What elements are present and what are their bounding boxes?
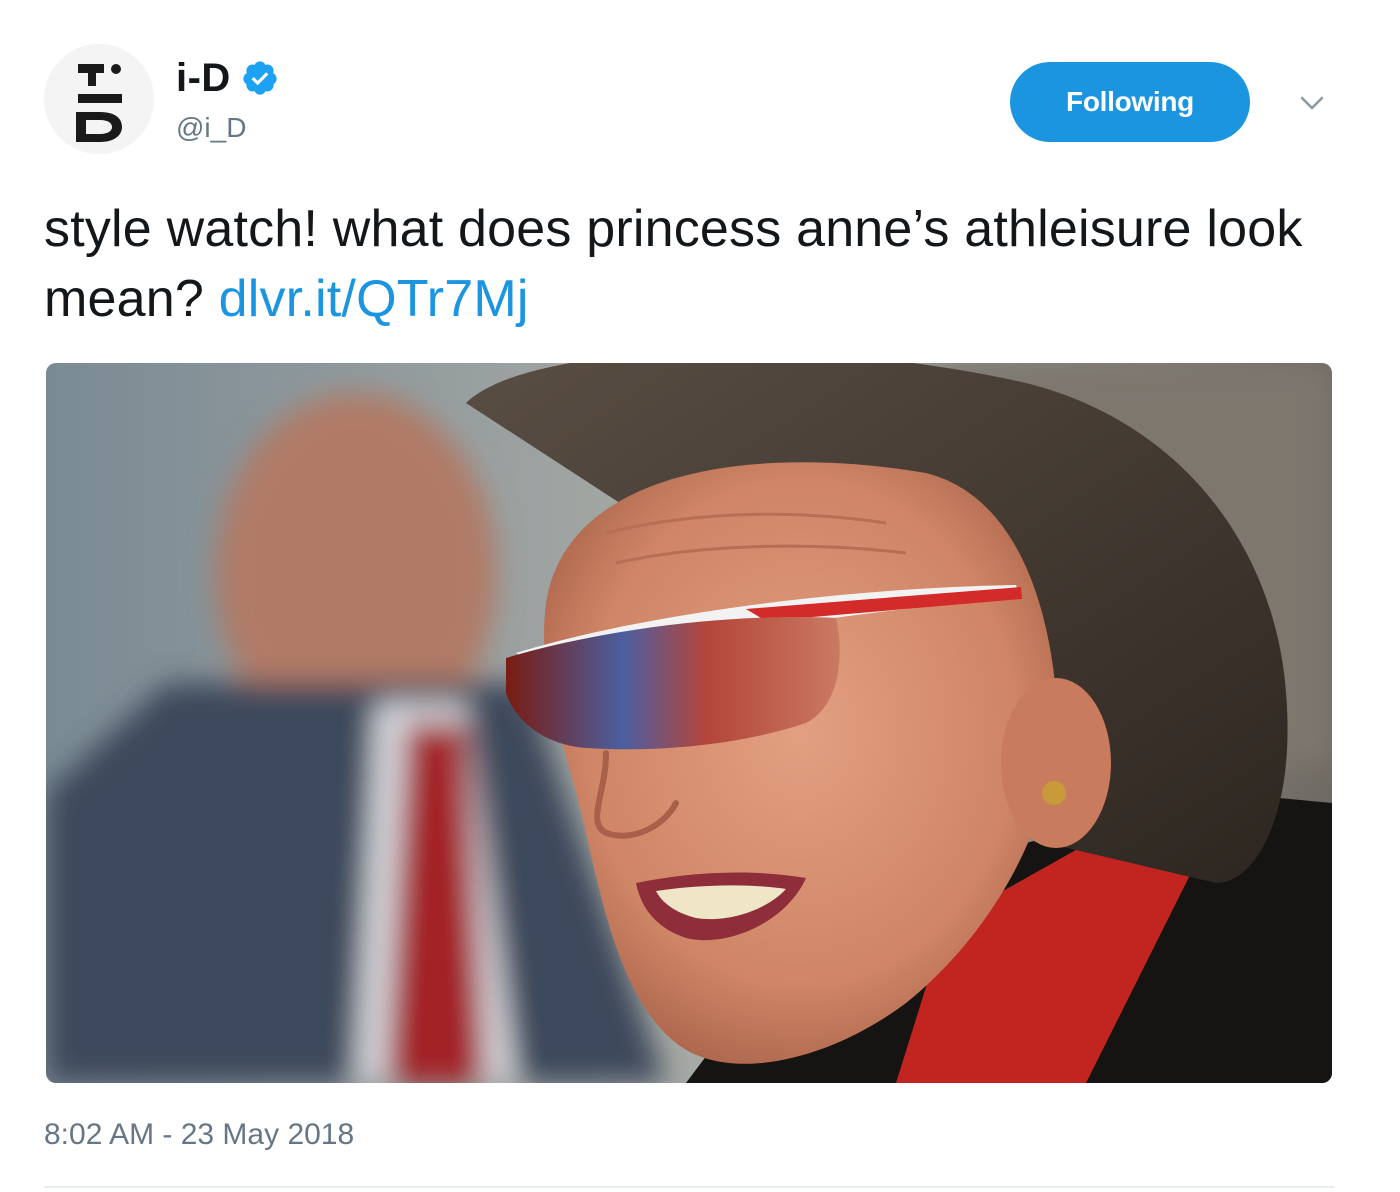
tweet-link[interactable]: dlvr.it/QTr7Mj <box>219 270 529 328</box>
chevron-down-icon[interactable] <box>1294 88 1330 118</box>
tweet-timestamp[interactable]: 8:02 AM - 23 May 2018 <box>44 1118 354 1152</box>
following-button[interactable]: Following <box>1010 62 1250 142</box>
tweet-card: i-D @i_D Following style watch! what doe… <box>0 0 1400 1192</box>
id-logo-icon <box>44 44 154 154</box>
handle[interactable]: @i_D <box>176 112 279 144</box>
display-name[interactable]: i-D <box>176 56 231 101</box>
tweet-text: style watch! what does princess anne’s a… <box>44 194 1344 334</box>
verified-badge-icon <box>241 59 279 97</box>
divider <box>44 1186 1334 1188</box>
photo-image <box>46 363 1332 1083</box>
avatar[interactable] <box>44 44 154 154</box>
account-info: i-D @i_D <box>176 54 279 144</box>
tweet-photo[interactable] <box>46 363 1332 1083</box>
